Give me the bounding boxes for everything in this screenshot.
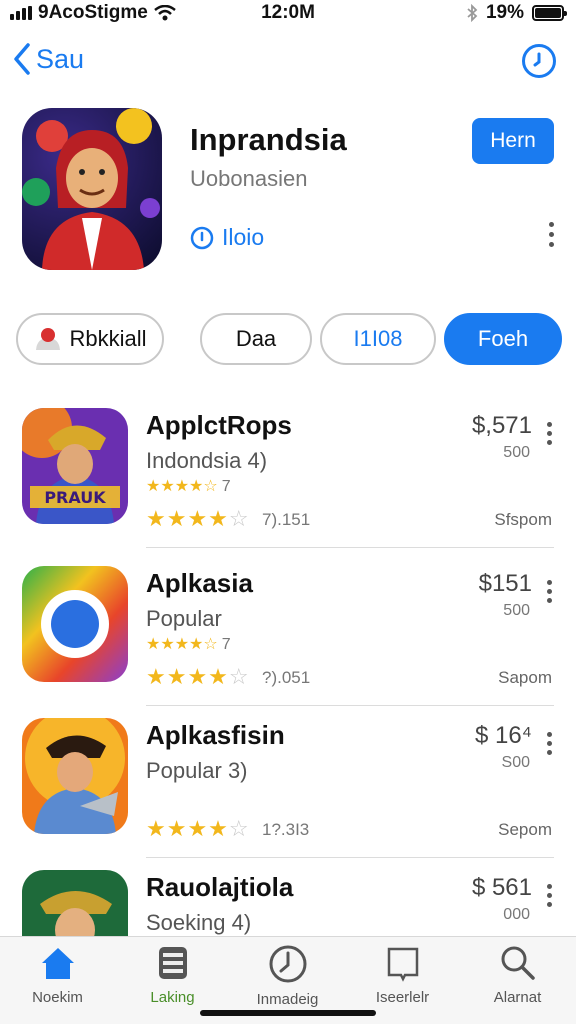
battery-percent: 19% xyxy=(485,2,524,23)
list-icon xyxy=(158,947,187,979)
more-options-icon[interactable] xyxy=(547,884,552,907)
battery-icon xyxy=(532,5,567,21)
app-price: $,571 xyxy=(471,412,532,439)
category-chips: Rbkkiall Daa I1I08 Foeh xyxy=(16,313,562,365)
app-subtitle: Popular xyxy=(146,606,222,631)
more-options-icon[interactable] xyxy=(547,732,552,755)
home-icon xyxy=(41,948,74,979)
book-icon xyxy=(387,947,418,982)
tab-library[interactable]: Iseerlelr xyxy=(345,943,460,1006)
featured-app: Inprandsia Uobonasien Iloio Hern xyxy=(0,108,576,273)
app-price-sub: S00 xyxy=(501,754,530,771)
app-meta: Sfspom xyxy=(494,510,552,529)
app-name: Aplkasfisin xyxy=(146,720,285,750)
status-bar: 9AcoStigme 12:0M 19% xyxy=(0,0,576,26)
featured-app-title: Inprandsia xyxy=(190,122,347,157)
star-rating: ★★★★☆ xyxy=(146,664,250,689)
wifi-icon xyxy=(154,5,176,21)
small-rating: ★★★★☆ 7 xyxy=(146,634,231,654)
tab-home[interactable]: Noekim xyxy=(0,943,115,1006)
tab-label: Laking xyxy=(150,989,195,1006)
small-rating-value: 7 xyxy=(221,636,231,653)
app-name: ApplctRops xyxy=(146,410,292,440)
chip-category-3[interactable]: I1I08 xyxy=(320,313,436,365)
tab-label: Iseerlelr xyxy=(375,989,430,1006)
signal-icon xyxy=(10,6,32,20)
app-icon xyxy=(22,718,128,834)
carrier-label: 9AcoStigme xyxy=(38,2,148,23)
rating-count: ?).051 xyxy=(262,668,311,687)
app-meta: Sepom xyxy=(498,820,552,839)
back-button[interactable]: Sau xyxy=(12,42,84,76)
more-options-icon[interactable] xyxy=(549,222,554,247)
rating-count: 7).151 xyxy=(262,510,311,529)
app-price-sub: 500 xyxy=(503,444,530,461)
app-name: Aplkasia xyxy=(146,568,253,598)
tab-label: Inmadeig xyxy=(256,991,319,1008)
chip-label: Daa xyxy=(235,326,277,351)
history-button[interactable] xyxy=(522,44,556,78)
featured-app-subtitle: Uobonasien xyxy=(190,166,308,191)
tab-label: Alarnat xyxy=(493,989,542,1006)
info-circle-icon xyxy=(190,226,214,249)
chip-label: Rbkkiall xyxy=(69,326,147,351)
search-icon xyxy=(501,946,535,980)
app-price: $ 561 xyxy=(471,874,532,901)
chip-category-2[interactable]: Daa xyxy=(200,313,312,365)
list-item[interactable]: PRAUK ApplctRops Indondsia 4) ★★★★☆ 7 ★★★… xyxy=(0,396,576,548)
clock-icon xyxy=(533,52,541,67)
get-button[interactable]: Hern xyxy=(472,118,554,164)
app-subtitle: Popular 3) xyxy=(146,758,248,783)
app-price: $ 16⁴ xyxy=(474,722,532,749)
chip-category-4[interactable]: Foeh xyxy=(444,313,562,365)
tab-search[interactable]: Alarnat xyxy=(460,943,575,1006)
app-meta: Sapom xyxy=(498,668,552,687)
tab-bar: Noekim Laking Inmadeig Iseerlelr Alarnat xyxy=(0,936,576,1024)
app-price-sub: 500 xyxy=(503,602,530,619)
star-rating: ★★★★☆ xyxy=(146,816,250,841)
list-item[interactable]: Aplkasfisin Popular 3) ★★★★☆ 1?.3I3 $ 16… xyxy=(0,706,576,858)
chip-label: Foeh xyxy=(477,326,529,351)
app-icon xyxy=(22,566,128,682)
nav-bar: Sau xyxy=(0,40,576,84)
app-price: $151 xyxy=(478,570,532,597)
tab-updates[interactable]: Inmadeig xyxy=(230,943,345,1008)
chevron-left-icon xyxy=(14,43,30,75)
small-stars: ★★★★☆ xyxy=(146,636,218,653)
app-subtitle: Soeking 4) xyxy=(146,910,252,935)
app-icon: PRAUK xyxy=(22,408,128,524)
app-price-sub: 000 xyxy=(503,906,530,923)
small-rating: ★★★★☆ 7 xyxy=(146,476,231,496)
category-pin-icon xyxy=(36,328,61,350)
featured-app-icon[interactable] xyxy=(22,108,162,270)
svg-text:PRAUK: PRAUK xyxy=(44,488,106,507)
list-item[interactable]: Aplkasia Popular ★★★★☆ 7 ★★★★☆ ?).051 $15… xyxy=(0,554,576,706)
chip-label: I1I08 xyxy=(353,326,403,351)
bluetooth-icon xyxy=(467,4,478,22)
more-options-icon[interactable] xyxy=(547,422,552,445)
small-stars: ★★★★☆ xyxy=(146,478,218,495)
tab-label: Noekim xyxy=(32,989,83,1006)
divider xyxy=(146,547,554,548)
clock-icon xyxy=(269,945,306,983)
clock: 12:0M xyxy=(261,2,315,23)
home-indicator[interactable] xyxy=(200,1010,376,1016)
back-label: Sau xyxy=(36,43,85,74)
more-options-icon[interactable] xyxy=(547,580,552,603)
small-rating-value: 7 xyxy=(221,478,231,495)
chip-category-1[interactable]: Rbkkiall xyxy=(16,313,164,365)
star-rating: ★★★★☆ xyxy=(146,506,250,531)
app-name: Rauolajtiola xyxy=(146,872,294,902)
tab-list[interactable]: Laking xyxy=(115,943,230,1006)
rating-count: 1?.3I3 xyxy=(262,820,310,839)
featured-app-link-label: Iloio xyxy=(222,224,265,250)
app-subtitle: Indondsia 4) xyxy=(146,448,268,473)
featured-app-link[interactable]: Iloio xyxy=(190,224,264,251)
